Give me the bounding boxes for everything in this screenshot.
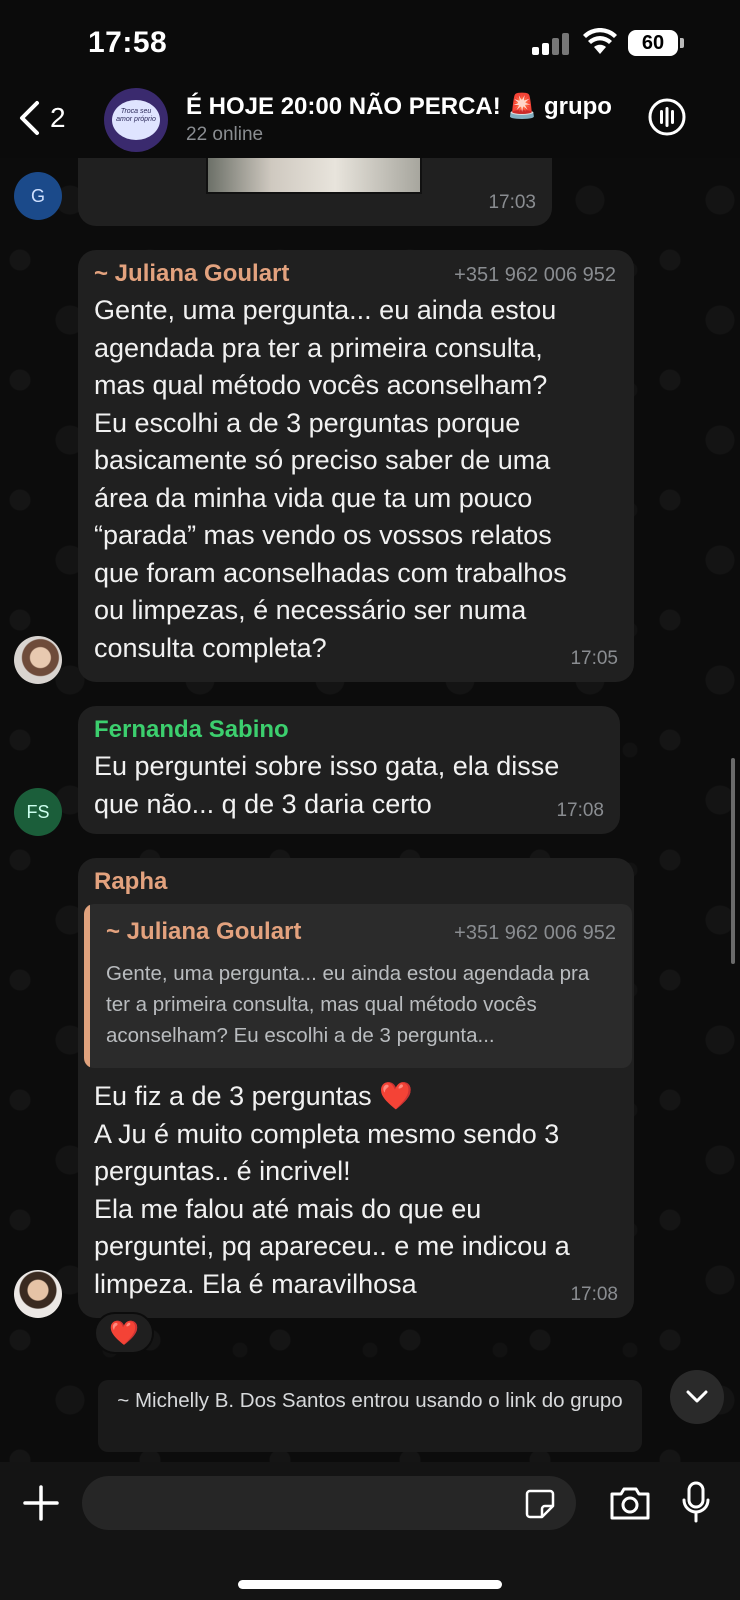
group-avatar-text: Troca seu amor próprio <box>112 100 160 140</box>
sender-name[interactable]: Rapha <box>94 868 167 896</box>
wifi-icon <box>583 28 617 54</box>
heart-icon: ❤️ <box>109 1319 139 1347</box>
reaction-badge[interactable]: ❤️ <box>94 1312 154 1354</box>
chat-header: 2 Troca seu amor próprio É HOJE 20:00 NÃ… <box>0 88 740 158</box>
group-avatar[interactable]: Troca seu amor próprio <box>104 88 168 152</box>
message-input[interactable] <box>82 1476 576 1530</box>
sender-phone: +351 962 006 952 <box>454 264 616 286</box>
cellular-signal-icon <box>532 33 572 55</box>
chevron-down-icon <box>686 1390 708 1403</box>
scroll-down-button[interactable] <box>670 1370 724 1424</box>
message-image[interactable] <box>206 156 422 194</box>
message-bubble[interactable]: Fernanda Sabino Eu perguntei sobre isso … <box>78 706 620 834</box>
online-count: 22 online <box>186 124 264 145</box>
status-time: 17:58 <box>88 26 168 59</box>
message-text: Eu perguntei sobre isso gata, ela disse … <box>94 751 560 819</box>
quote-sender: ~ Juliana Goulart <box>106 918 302 945</box>
status-bar: 17:58 60 <box>0 0 740 88</box>
quote-phone: +351 962 006 952 <box>454 922 616 944</box>
sticker-icon[interactable] <box>524 1488 556 1520</box>
voice-chat-icon[interactable] <box>646 96 688 138</box>
avatar[interactable]: FS <box>14 788 62 836</box>
message-time: 17:05 <box>570 648 618 669</box>
avatar[interactable]: G <box>14 172 62 220</box>
sender-name[interactable]: ~ Juliana Goulart <box>94 260 289 288</box>
back-button[interactable]: 2 <box>18 94 88 142</box>
quoted-message[interactable]: ~ Juliana Goulart +351 962 006 952 Gente… <box>84 904 632 1068</box>
avatar[interactable] <box>14 636 62 684</box>
plus-icon[interactable] <box>22 1484 60 1522</box>
image-message[interactable]: 17:03 <box>78 150 552 226</box>
camera-icon[interactable] <box>608 1484 652 1522</box>
scrollbar[interactable] <box>731 758 735 964</box>
unread-count: 2 <box>50 102 66 133</box>
system-message: ~ Michelly B. Dos Santos entrou usando o… <box>98 1380 642 1452</box>
chevron-left-icon <box>20 101 39 135</box>
message-bubble[interactable]: ~ Juliana Goulart +351 962 006 952 Gente… <box>78 250 634 682</box>
sender-name[interactable]: Fernanda Sabino <box>94 716 289 744</box>
quote-text: Gente, uma pergunta... eu ainda estou ag… <box>106 962 590 1047</box>
message-time: 17:08 <box>570 1284 618 1305</box>
avatar[interactable] <box>14 1270 62 1318</box>
quote-accent-bar <box>84 904 90 1068</box>
microphone-icon[interactable] <box>680 1480 712 1524</box>
message-time: 17:08 <box>556 800 604 821</box>
message-time: 17:03 <box>488 192 536 213</box>
group-title[interactable]: É HOJE 20:00 NÃO PERCA! 🚨 grupo <box>186 92 626 121</box>
battery-icon: 60 <box>628 30 684 56</box>
message-text: Eu fiz a de 3 perguntas ❤️ A Ju é muito … <box>94 1081 570 1299</box>
home-indicator[interactable] <box>238 1580 502 1589</box>
message-text: Gente, uma pergunta... eu ainda estou ag… <box>94 295 567 663</box>
